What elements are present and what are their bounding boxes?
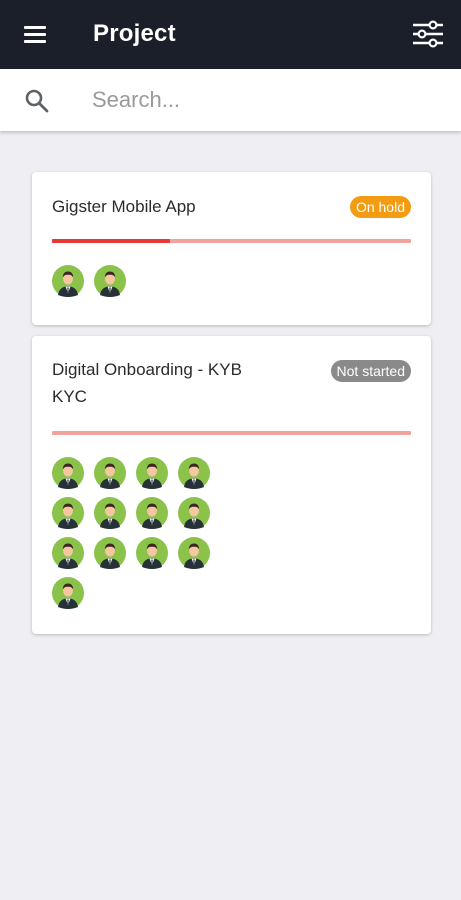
project-card[interactable]: Digital Onboarding - KYB KYC Not started (32, 336, 431, 634)
avatar[interactable] (136, 457, 168, 489)
avatar[interactable] (52, 457, 84, 489)
project-title: Gigster Mobile App (52, 197, 196, 216)
menu-button[interactable] (22, 22, 50, 48)
status-badge: Not started (330, 360, 411, 382)
project-card[interactable]: Gigster Mobile App On hold (32, 172, 431, 325)
status-badge: On hold (349, 196, 411, 218)
app-bar: Project (0, 0, 461, 69)
avatar[interactable] (52, 537, 84, 569)
menu-icon-line (24, 26, 46, 29)
search-input[interactable] (92, 83, 432, 117)
search-icon[interactable] (24, 88, 50, 114)
avatar[interactable] (94, 537, 126, 569)
progress-track (52, 239, 411, 243)
avatar[interactable] (94, 265, 126, 297)
avatar[interactable] (52, 497, 84, 529)
avatar[interactable] (178, 457, 210, 489)
project-title: Digital Onboarding - KYB KYC (52, 360, 242, 406)
search-bar (0, 69, 461, 131)
avatar[interactable] (94, 497, 126, 529)
avatar[interactable] (94, 457, 126, 489)
avatar[interactable] (52, 265, 84, 297)
filter-button[interactable] (411, 18, 445, 50)
avatar[interactable] (136, 497, 168, 529)
avatar[interactable] (52, 577, 84, 609)
avatar[interactable] (178, 537, 210, 569)
avatar[interactable] (178, 497, 210, 529)
progress-fill (52, 239, 171, 243)
progress-track (52, 431, 411, 435)
page-title: Project (93, 20, 176, 47)
filter-sliders-icon (413, 20, 443, 48)
menu-icon-line (24, 40, 46, 43)
avatar[interactable] (136, 537, 168, 569)
menu-icon-line (24, 33, 46, 36)
